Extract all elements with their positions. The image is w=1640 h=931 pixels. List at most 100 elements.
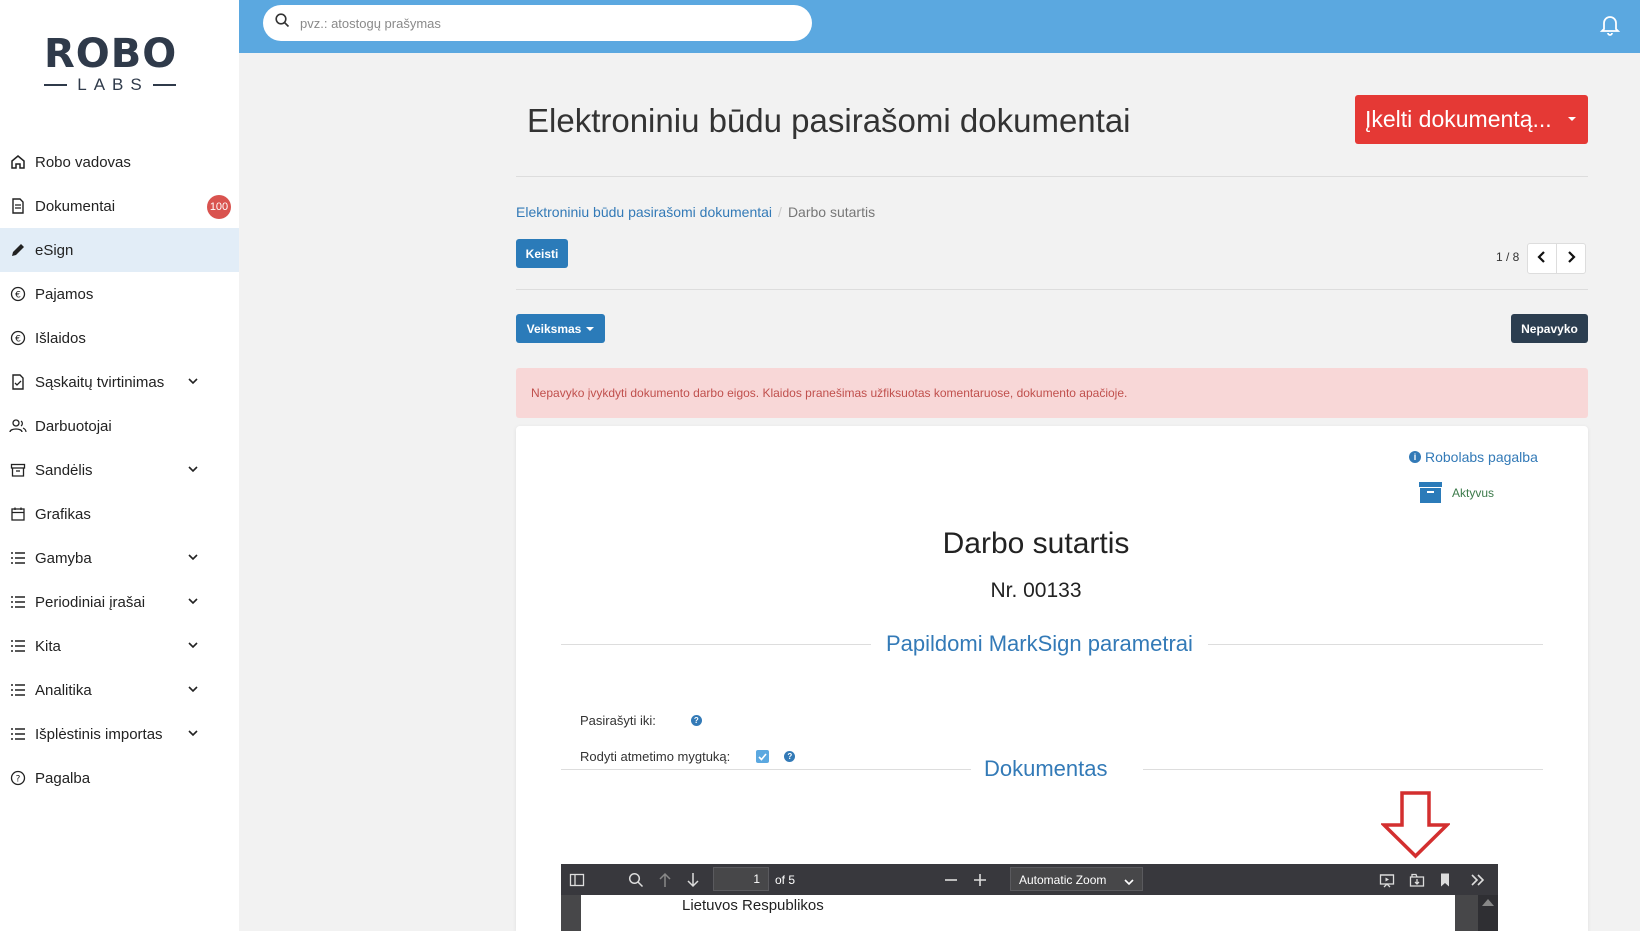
- status-badge: Nepavyko: [1511, 314, 1588, 343]
- top-bar: [239, 0, 1640, 53]
- action-dropdown-button[interactable]: Veiksmas: [516, 314, 605, 343]
- pdf-page-text: Lietuvos Respublikos: [682, 897, 824, 914]
- sidebar-item-analitika[interactable]: Analitika: [0, 668, 239, 712]
- pager-prev-button[interactable]: [1527, 243, 1557, 274]
- pager-next-button[interactable]: [1556, 243, 1586, 274]
- pdf-scrollbar[interactable]: [1478, 895, 1498, 931]
- search-input[interactable]: [300, 15, 780, 31]
- document-check-icon: [9, 373, 27, 391]
- arrow-up-icon[interactable]: [657, 872, 673, 888]
- sidebar-item-label: Robo vadovas: [35, 153, 131, 171]
- breadcrumb-current: Darbo sutartis: [787, 204, 876, 220]
- breadcrumb-separator: /: [778, 204, 782, 220]
- users-icon: [9, 417, 27, 435]
- sidebar-item-gamyba[interactable]: Gamyba: [0, 536, 239, 580]
- list-icon: [9, 549, 27, 567]
- chevron-down-icon[interactable]: [186, 462, 200, 476]
- zoom-out-icon[interactable]: [943, 872, 959, 888]
- sidebar-item-periodiniai-irasai[interactable]: Periodiniai įrašai: [0, 580, 239, 624]
- chevron-down-icon[interactable]: [186, 594, 200, 608]
- sidebar-item-label: Darbuotojai: [35, 417, 112, 435]
- euro-coin-icon: €: [9, 329, 27, 347]
- svg-text:?: ?: [16, 775, 21, 785]
- upload-document-button[interactable]: Įkelti dokumentą...: [1355, 95, 1588, 144]
- search-icon[interactable]: [628, 872, 644, 888]
- chevron-left-icon: [1537, 250, 1547, 268]
- archive-icon: [1419, 482, 1442, 503]
- sidebar-item-label: Sąskaitų tvirtinimas: [35, 373, 165, 391]
- annotation-arrow-down-icon: [1381, 791, 1450, 859]
- chevron-down-icon[interactable]: [186, 374, 200, 388]
- zoom-select[interactable]: Automatic Zoom: [1010, 867, 1143, 891]
- chevron-down-icon[interactable]: [186, 726, 200, 740]
- sidebar-item-esign[interactable]: eSign: [0, 228, 239, 272]
- sidebar-item-kita[interactable]: Kita: [0, 624, 239, 668]
- error-alert-text: Nepavyko įvykdyti dokumento darbo eigos.…: [531, 386, 1128, 400]
- sidebar-item-islaidos[interactable]: € Išlaidos: [0, 316, 239, 360]
- sidebar-item-label: Pajamos: [35, 285, 94, 303]
- bell-icon[interactable]: [1598, 12, 1622, 36]
- help-question-icon[interactable]: ?: [690, 715, 702, 726]
- svg-text:€: €: [15, 291, 21, 301]
- sidebar-item-darbuotojai[interactable]: Darbuotojai: [0, 404, 239, 448]
- sidebar: ROBO LABS Robo vadovas Dokumentai 100 eS…: [0, 0, 239, 931]
- upload-document-label: Įkelti dokumentą...: [1365, 106, 1552, 132]
- double-chevron-right-icon[interactable]: [1470, 872, 1486, 888]
- robolabs-logo[interactable]: ROBO LABS: [44, 34, 176, 98]
- archive-status-button[interactable]: Aktyvus: [1419, 482, 1494, 503]
- breadcrumb-parent-link[interactable]: Elektroniniu būdu pasirašomi dokumentai: [516, 204, 772, 220]
- pdf-viewer: 1 of 5 Automatic Zoom Lietuvos Respublik…: [561, 864, 1498, 931]
- sidebar-item-dokumentai[interactable]: Dokumentai 100: [0, 184, 239, 228]
- chevron-down-icon: [1124, 875, 1134, 886]
- breadcrumb: Elektroniniu būdu pasirašomi dokumentai /…: [516, 204, 875, 220]
- home-icon: [9, 153, 27, 171]
- sidebar-item-label: Gamyba: [35, 549, 92, 567]
- arrow-down-icon[interactable]: [685, 872, 701, 888]
- chevron-down-icon[interactable]: [186, 682, 200, 696]
- sidebar-item-pagalba[interactable]: ? Pagalba: [0, 756, 239, 800]
- sidebar-item-label: Kita: [35, 637, 61, 655]
- download-icon[interactable]: [1409, 872, 1425, 888]
- sidebar-item-grafikas[interactable]: Grafikas: [0, 492, 239, 536]
- section-title: Dokumentas: [984, 756, 1108, 781]
- pdf-page-input[interactable]: 1: [713, 867, 769, 891]
- euro-coin-icon: €: [9, 285, 27, 303]
- bookmark-icon[interactable]: [1437, 872, 1453, 888]
- field-sign-until: Pasirašyti iki: ?: [580, 713, 702, 728]
- sidebar-nav: Robo vadovas Dokumentai 100 eSign € Paja…: [0, 140, 239, 800]
- zoom-in-icon[interactable]: [972, 872, 988, 888]
- sidebar-item-isplestinis-importas[interactable]: Išplėstinis importas: [0, 712, 239, 756]
- document-title: Darbo sutartis: [942, 527, 1130, 560]
- sidebar-item-robo-vadovas[interactable]: Robo vadovas: [0, 140, 239, 184]
- sidebar-item-label: Dokumentai: [35, 197, 116, 215]
- sidebar-item-label: Periodiniai įrašai: [35, 593, 146, 611]
- sidebar-item-label: Grafikas: [35, 505, 91, 523]
- help-link-label: Robolabs pagalba: [1425, 449, 1538, 465]
- sidebar-item-sandelis[interactable]: Sandėlis: [0, 448, 239, 492]
- robolabs-help-link[interactable]: i Robolabs pagalba: [1409, 449, 1538, 465]
- sidebar-item-pajamos[interactable]: € Pajamos: [0, 272, 239, 316]
- list-icon: [9, 681, 27, 699]
- chevron-down-icon[interactable]: [186, 550, 200, 564]
- pdf-toolbar: 1 of 5 Automatic Zoom: [561, 864, 1498, 895]
- chevron-down-icon[interactable]: [186, 638, 200, 652]
- sidebar-toggle-icon[interactable]: [569, 872, 585, 888]
- edit-button[interactable]: Keisti: [516, 239, 568, 268]
- sidebar-item-label: Išplėstinis importas: [35, 725, 163, 743]
- section-header-marksign: Papildomi MarkSign parametrai: [561, 631, 1543, 657]
- zoom-select-value: Automatic Zoom: [1019, 873, 1107, 887]
- divider: [516, 289, 1588, 290]
- sidebar-item-label: Sandėlis: [35, 461, 93, 479]
- info-icon: i: [1409, 451, 1421, 463]
- search-box[interactable]: [263, 5, 812, 41]
- sidebar-item-label: eSign: [35, 241, 74, 259]
- sidebar-item-label: Išlaidos: [35, 329, 86, 347]
- pen-icon: [9, 241, 27, 259]
- document-number: Nr. 00133: [990, 579, 1082, 602]
- sidebar-item-saskaitu-tvirtinimas[interactable]: Sąskaitų tvirtinimas: [0, 360, 239, 404]
- section-header-document: Dokumentas: [561, 756, 1543, 782]
- archive-status-label: Aktyvus: [1452, 485, 1495, 500]
- logo-top: ROBO: [44, 31, 178, 77]
- presentation-mode-icon[interactable]: [1379, 872, 1395, 888]
- sidebar-item-label: Analitika: [35, 681, 92, 699]
